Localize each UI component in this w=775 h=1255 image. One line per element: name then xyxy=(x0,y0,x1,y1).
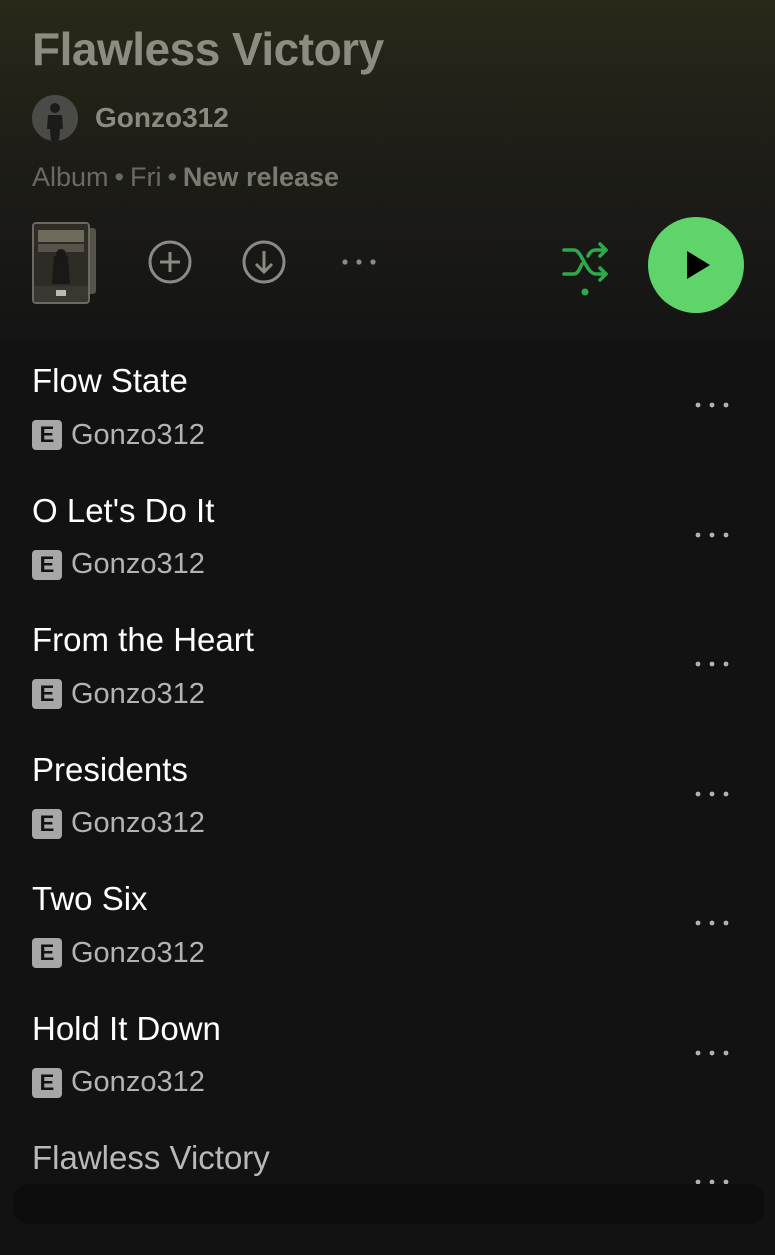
mini-player-bar[interactable] xyxy=(14,1184,764,1224)
track-title: O Let's Do It xyxy=(32,491,215,529)
more-horizontal-icon xyxy=(695,532,729,537)
track-artist: Gonzo312 xyxy=(71,936,205,969)
track-row[interactable]: Two Six E Gonzo312 xyxy=(0,866,775,996)
artist-name[interactable]: Gonzo312 xyxy=(95,102,229,134)
artist-avatar[interactable] xyxy=(32,95,78,141)
track-artist: Gonzo312 xyxy=(71,807,205,839)
more-horizontal-icon xyxy=(695,402,729,408)
track-row[interactable]: Presidents E Gonzo312 xyxy=(0,737,775,867)
track-title: Two Six xyxy=(32,880,148,917)
track-title: Flawless Victory xyxy=(32,1139,270,1176)
track-title: From the Heart xyxy=(32,621,254,658)
track-more-button[interactable] xyxy=(688,1038,736,1068)
album-title: Flawless Victory xyxy=(32,23,384,75)
plus-circle-icon xyxy=(148,240,192,284)
track-row[interactable]: Hold It Down E Gonzo312 xyxy=(0,996,775,1126)
track-artist: Gonzo312 xyxy=(71,1066,205,1098)
explicit-badge: E xyxy=(32,679,62,709)
track-title: Presidents xyxy=(32,750,188,788)
explicit-badge: E xyxy=(32,420,62,450)
album-art-image xyxy=(34,224,88,302)
release-day: Fri xyxy=(129,162,162,192)
track-title: Flow State xyxy=(32,362,188,399)
add-to-library-button[interactable] xyxy=(146,238,194,286)
album-cover-thumbnail[interactable] xyxy=(32,222,90,304)
more-horizontal-icon xyxy=(342,259,376,265)
track-subtitle: E Gonzo312 xyxy=(32,548,205,580)
track-artist: Gonzo312 xyxy=(71,418,205,451)
more-horizontal-icon xyxy=(695,920,729,926)
track-more-button[interactable] xyxy=(688,390,736,420)
shuffle-button[interactable] xyxy=(558,236,614,300)
play-icon xyxy=(687,251,710,279)
more-horizontal-icon xyxy=(695,1050,729,1055)
play-button[interactable] xyxy=(648,217,744,313)
track-row[interactable]: Flow State E Gonzo312 xyxy=(0,348,775,478)
track-more-button[interactable] xyxy=(688,649,736,679)
more-horizontal-icon xyxy=(695,661,729,667)
track-more-button[interactable] xyxy=(688,520,736,550)
meta-separator: • xyxy=(167,162,177,192)
explicit-badge: E xyxy=(32,938,62,968)
explicit-badge: E xyxy=(32,1067,62,1098)
person-icon xyxy=(32,95,78,141)
album-meta: Album • Fri • New release xyxy=(32,162,339,193)
download-button[interactable] xyxy=(240,238,288,286)
artist-link[interactable]: Gonzo312 xyxy=(32,95,229,141)
shuffle-icon xyxy=(562,242,608,296)
explicit-badge: E xyxy=(32,808,62,839)
download-circle-icon xyxy=(242,240,286,284)
track-subtitle: E Gonzo312 xyxy=(32,418,205,451)
album-more-options-button[interactable] xyxy=(336,246,382,278)
track-more-button[interactable] xyxy=(688,779,736,809)
track-subtitle: E Gonzo312 xyxy=(32,1066,205,1098)
track-artist: Gonzo312 xyxy=(71,677,205,710)
explicit-badge: E xyxy=(32,549,62,580)
track-row[interactable]: O Let's Do It E Gonzo312 xyxy=(0,478,775,608)
track-row[interactable]: From the Heart E Gonzo312 xyxy=(0,607,775,737)
more-horizontal-icon xyxy=(695,791,729,796)
track-title: Hold It Down xyxy=(32,1009,221,1047)
album-type: Album xyxy=(32,162,109,192)
track-artist: Gonzo312 xyxy=(71,548,205,580)
track-more-button[interactable] xyxy=(688,908,736,938)
track-subtitle: E Gonzo312 xyxy=(32,677,205,710)
track-list: Flow State E Gonzo312 O Let's Do It E Go… xyxy=(0,348,775,1255)
track-subtitle: E Gonzo312 xyxy=(32,936,205,969)
meta-separator: • xyxy=(114,162,124,192)
release-status: New release xyxy=(182,162,340,192)
track-subtitle: E Gonzo312 xyxy=(32,807,205,839)
